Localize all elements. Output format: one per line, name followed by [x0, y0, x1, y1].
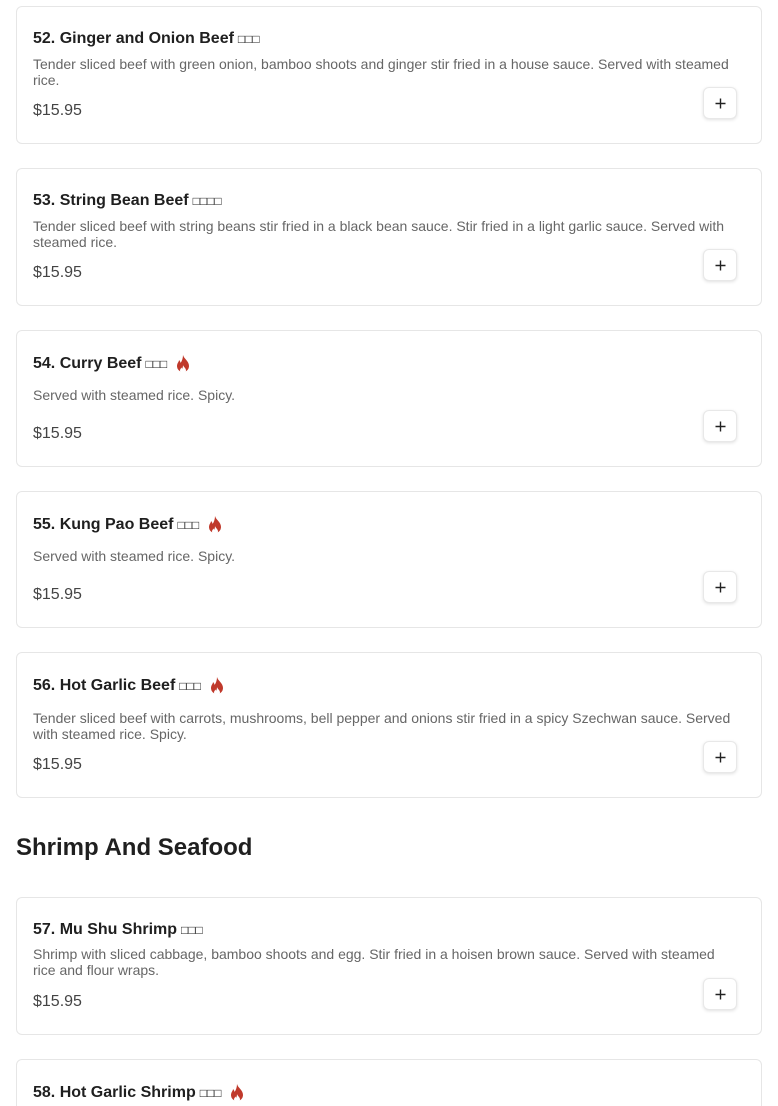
menu-item-chinese-name: □□□□ [192, 194, 222, 208]
plus-icon [715, 98, 725, 108]
menu-item-description: Tender sliced beef with green onion, bam… [33, 56, 729, 88]
menu-item-name: 53. String Bean Beef [33, 192, 189, 209]
add-to-cart-button[interactable] [703, 571, 737, 603]
menu-item-name: 58. Hot Garlic Shrimp [33, 1084, 196, 1101]
menu-item-title: 52. Ginger and Onion Beef □□□ [33, 30, 260, 48]
spicy-flame-icon [231, 1084, 244, 1103]
menu-item-price: $15.95 [33, 264, 82, 281]
menu-item-name: 54. Curry Beef [33, 355, 142, 372]
menu-item-chinese-name: □□□ [181, 923, 203, 937]
menu-item-price: $15.95 [33, 586, 82, 603]
menu-item-name: 56. Hot Garlic Beef [33, 677, 176, 694]
plus-icon [715, 989, 725, 999]
menu-item-card[interactable]: 55. Kung Pao Beef □□□ Served with steame… [16, 491, 762, 628]
menu-item-title: 55. Kung Pao Beef □□□ [33, 515, 224, 535]
add-to-cart-button[interactable] [703, 978, 737, 1010]
menu-item-description: Shrimp with sliced cabbage, bamboo shoot… [33, 946, 715, 978]
add-to-cart-button[interactable] [703, 249, 737, 281]
add-to-cart-button[interactable] [703, 410, 737, 442]
spicy-flame-icon [177, 355, 190, 374]
menu-item-card[interactable]: 53. String Bean Beef □□□□ Tender sliced … [16, 168, 762, 306]
menu-item-title: 53. String Bean Beef □□□□ [33, 192, 222, 210]
menu-item-title: 56. Hot Garlic Beef □□□ [33, 676, 226, 696]
menu-item-description: Served with steamed rice. Spicy. [33, 548, 236, 564]
spicy-flame-icon [211, 677, 224, 696]
plus-icon [715, 421, 725, 431]
menu-item-card[interactable]: 52. Ginger and Onion Beef □□□ Tender sli… [16, 6, 762, 144]
spicy-flame-icon [209, 516, 222, 535]
menu-item-title: 58. Hot Garlic Shrimp □□□ [33, 1083, 246, 1103]
menu-item-card[interactable]: 56. Hot Garlic Beef □□□ Tender sliced be… [16, 652, 762, 798]
plus-icon [715, 752, 725, 762]
menu-item-description: Tender sliced beef with string beans sti… [33, 218, 725, 250]
menu-item-title: 57. Mu Shu Shrimp □□□ [33, 921, 203, 939]
plus-icon [715, 260, 725, 270]
menu-item-chinese-name: □□□ [237, 32, 260, 46]
add-to-cart-button[interactable] [703, 87, 737, 119]
menu-item-price: $15.95 [33, 102, 82, 119]
section-heading: Shrimp And Seafood [16, 834, 253, 861]
menu-item-chinese-name: □□□ [179, 679, 202, 693]
menu-item-price: $15.95 [33, 756, 82, 773]
menu-item-title: 54. Curry Beef □□□ [33, 354, 192, 374]
menu-item-price: $15.95 [33, 425, 82, 442]
add-to-cart-button[interactable] [703, 741, 737, 773]
menu-item-chinese-name: □□□ [199, 1086, 222, 1100]
menu-item-card[interactable]: 57. Mu Shu Shrimp □□□ Shrimp with sliced… [16, 897, 762, 1035]
menu-item-price: $15.95 [33, 993, 82, 1010]
menu-item-card[interactable]: 58. Hot Garlic Shrimp □□□ [16, 1059, 762, 1106]
menu-item-name: 55. Kung Pao Beef [33, 516, 174, 533]
menu-item-chinese-name: □□□ [145, 357, 168, 371]
menu-item-description: Served with steamed rice. Spicy. [33, 387, 236, 403]
plus-icon [715, 582, 725, 592]
menu-item-name: 52. Ginger and Onion Beef [33, 30, 234, 47]
menu-item-name: 57. Mu Shu Shrimp [33, 921, 178, 938]
menu-item-chinese-name: □□□ [177, 518, 200, 532]
menu-item-description: Tender sliced beef with carrots, mushroo… [33, 710, 731, 742]
menu-item-card[interactable]: 54. Curry Beef □□□ Served with steamed r… [16, 330, 762, 467]
